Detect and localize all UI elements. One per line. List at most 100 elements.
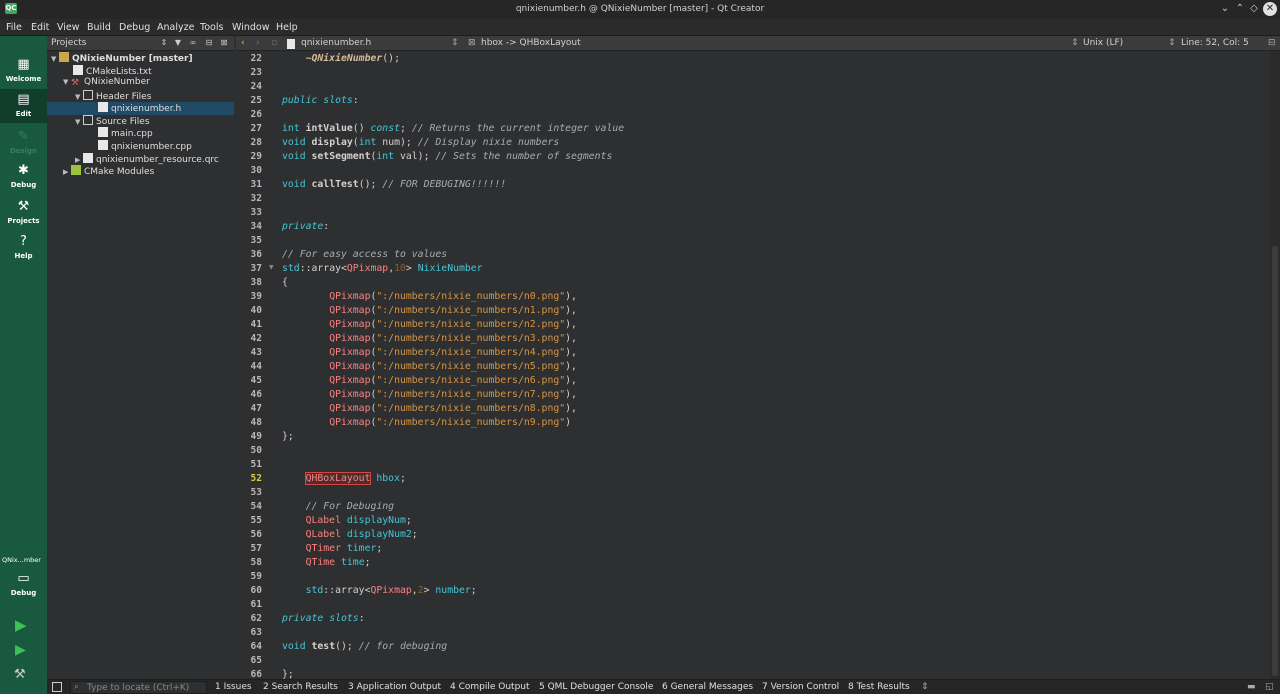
line-number: 61 xyxy=(250,599,262,610)
menu-tools[interactable]: Tools xyxy=(200,22,223,33)
collapsed-arrow-icon: ▶ xyxy=(75,156,81,164)
line-number: 44 xyxy=(250,361,262,372)
line-number: 28 xyxy=(250,137,262,148)
code-line-42: QPixmap(":/numbers/nixie_numbers/n3.png"… xyxy=(329,333,577,344)
target-project-label: QNix...mber xyxy=(2,556,41,564)
back-arrow-icon[interactable]: ‹ xyxy=(241,38,245,48)
projects-view-selector[interactable]: Projects xyxy=(51,38,86,48)
line-number: 35 xyxy=(250,235,262,246)
close-document-icon[interactable]: ⊠ xyxy=(468,38,476,48)
line-number: 43 xyxy=(250,347,262,358)
expanded-arrow-icon: ▼ xyxy=(51,55,57,63)
scrollbar-thumb[interactable] xyxy=(1272,246,1278,676)
line-number: 52 xyxy=(250,473,262,484)
tab-version-control[interactable]: 7 Version Control xyxy=(762,682,839,692)
document-dropdown-icon[interactable]: ⇕ xyxy=(451,38,459,48)
editor-scrollbar[interactable] xyxy=(1270,51,1280,679)
mode-design[interactable]: ✎ Design xyxy=(0,126,47,160)
menu-analyze[interactable]: Analyze xyxy=(157,22,194,33)
line-number: 36 xyxy=(250,249,262,260)
mode-projects[interactable]: ⚒ Projects xyxy=(0,196,47,230)
mode-welcome[interactable]: ▦ Welcome xyxy=(0,54,47,88)
bug-icon: ✱ xyxy=(18,163,29,178)
line-number: 56 xyxy=(250,529,262,540)
menu-file[interactable]: File xyxy=(6,22,22,33)
line-number: 58 xyxy=(250,557,262,568)
keep-above-icon[interactable]: ◇ xyxy=(1247,2,1261,16)
code-editor[interactable]: 22 23 24 25 26 27 28 29 30 31 32 33 34 35 36 37 38 39 40 41… xyxy=(236,51,1270,679)
filter-icon[interactable]: ▼ xyxy=(173,38,183,48)
locator-input[interactable]: ⌕ Type to locate (Ctrl+K) xyxy=(70,681,207,694)
cursor-position[interactable]: Line: 52, Col: 5 xyxy=(1181,38,1249,48)
tree-item-qnixienumber-cpp[interactable]: qnixienumber.cpp xyxy=(98,140,192,153)
code-line-66: }; xyxy=(282,669,294,679)
progress-details-icon[interactable]: ▬ xyxy=(1247,682,1256,692)
close-icon[interactable]: ✕ xyxy=(1263,2,1277,16)
grid-icon: ▦ xyxy=(17,57,30,72)
menu-window[interactable]: Window xyxy=(232,22,269,33)
tree-item-target[interactable]: ▼ ⚒ QNixieNumber xyxy=(63,77,150,90)
forward-arrow-icon[interactable]: › xyxy=(256,38,260,48)
line-number: 59 xyxy=(250,571,262,582)
code-line-36: // For easy access to values xyxy=(282,249,448,260)
line-number: 41 xyxy=(250,319,262,330)
code-line-41: QPixmap(":/numbers/nixie_numbers/n2.png"… xyxy=(329,319,577,330)
line-number: 29 xyxy=(250,151,262,162)
code-line-57: QTimer timer; xyxy=(305,543,383,554)
search-icon: ⌕ xyxy=(74,682,80,692)
line-number-gutter: 22 23 24 25 26 27 28 29 30 31 32 33 34 35 36 37 38 39 40 41… xyxy=(236,51,276,679)
notifications-icon[interactable]: ◱ xyxy=(1265,682,1274,692)
symbol-selector[interactable]: hbox -> QHBoxLayout xyxy=(481,38,581,48)
tab-compile-output[interactable]: 4 Compile Output xyxy=(450,682,530,692)
code-line-22: ~QNixieNumber(); xyxy=(305,53,400,64)
tree-item-cmake-modules[interactable]: ▶ CMake Modules xyxy=(63,165,154,178)
tree-item-project-root[interactable]: ▼ QNixieNumber [master] xyxy=(51,52,193,65)
run-icon[interactable]: ▶ xyxy=(15,616,27,634)
target-selector[interactable]: ▭ Debug xyxy=(0,568,47,604)
code-line-49: }; xyxy=(282,431,294,442)
tab-application-output[interactable]: 3 Application Output xyxy=(348,682,441,692)
split-editor-icon[interactable]: ⊟ xyxy=(1268,38,1276,48)
code-line-48: QPixmap(":/numbers/nixie_numbers/n9.png"… xyxy=(329,417,572,428)
tab-general-messages[interactable]: 6 General Messages xyxy=(662,682,753,692)
line-number: 64 xyxy=(250,641,262,652)
build-hammer-icon[interactable]: ⚒ xyxy=(14,667,26,682)
line-number: 54 xyxy=(250,501,262,512)
mode-debug[interactable]: ✱ Debug xyxy=(0,160,47,194)
tab-issues[interactable]: 1 Issues xyxy=(215,682,252,692)
close-pane-icon[interactable]: ⊠ xyxy=(219,38,229,48)
output-pane-bar: ⌕ Type to locate (Ctrl+K) 1 Issues 2 Sea… xyxy=(47,679,1280,694)
menu-view[interactable]: View xyxy=(57,22,80,33)
code-line-31: void callTest(); // FOR DEBUGING!!!!!! xyxy=(282,179,507,190)
mode-edit[interactable]: ▤ Edit xyxy=(0,89,47,123)
menu-build[interactable]: Build xyxy=(87,22,111,33)
line-endings-selector[interactable]: Unix (LF) xyxy=(1083,38,1123,48)
document-icon: ▤ xyxy=(17,92,30,107)
toggle-sidebar-icon[interactable] xyxy=(52,682,62,692)
code-line-29: void setSegment(int val); // Sets the nu… xyxy=(282,151,613,162)
mode-help[interactable]: ? Help xyxy=(0,231,47,265)
more-tabs-icon[interactable]: ⇕ xyxy=(921,682,929,692)
line-number: 48 xyxy=(250,417,262,428)
link-icon[interactable]: ∞ xyxy=(188,38,198,48)
tree-item-qnixienumber-h[interactable]: qnixienumber.h xyxy=(98,102,181,115)
dropdown-arrow-icon[interactable]: ⇕ xyxy=(159,38,169,48)
maximize-icon[interactable]: ⌃ xyxy=(1233,2,1247,16)
debug-run-icon[interactable]: ▶ xyxy=(15,642,26,658)
line-endings-dropdown-icon[interactable]: ⇕ xyxy=(1168,38,1176,48)
menu-debug[interactable]: Debug xyxy=(119,22,150,33)
symbol-dropdown-icon[interactable]: ⇕ xyxy=(1071,38,1079,48)
menu-edit[interactable]: Edit xyxy=(31,22,49,33)
fold-marker-icon[interactable]: ▼ xyxy=(269,264,274,271)
tab-test-results[interactable]: 8 Test Results xyxy=(848,682,910,692)
line-number: 63 xyxy=(250,627,262,638)
tab-qml-debugger-console[interactable]: 5 QML Debugger Console xyxy=(539,682,653,692)
menu-help[interactable]: Help xyxy=(276,22,298,33)
open-document-selector[interactable]: qnixienumber.h xyxy=(301,38,371,48)
line-number: 49 xyxy=(250,431,262,442)
line-number: 50 xyxy=(250,445,262,456)
tree-item-main-cpp[interactable]: main.cpp xyxy=(98,127,153,140)
minimize-icon[interactable]: ⌄ xyxy=(1218,2,1232,16)
tab-search-results[interactable]: 2 Search Results xyxy=(263,682,338,692)
split-icon[interactable]: ⊟ xyxy=(204,38,214,48)
